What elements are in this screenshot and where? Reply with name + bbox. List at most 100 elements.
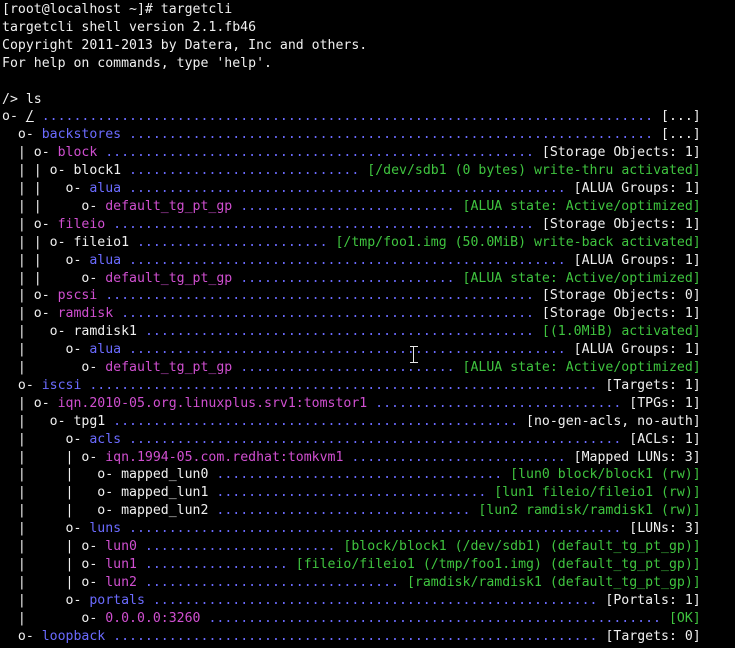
tree-leader-dots: ........................................… <box>113 306 542 322</box>
tree-node-name: block1 <box>73 163 122 179</box>
tree-node-info: [ramdisk/ramdisk1 (default_tg_pt_gp)] <box>406 574 701 590</box>
tree-row: | | o- mapped_lun2 .....................… <box>2 502 733 520</box>
tree-row: o- iscsi ...............................… <box>2 377 733 395</box>
tree-row: | | o- block1 ..........................… <box>2 162 733 180</box>
tree-node-name: default_tg_pt_gp <box>105 360 233 375</box>
tree-row: | o- tpg1 ..............................… <box>2 413 733 431</box>
tree-node-info: [ALUA Groups: 1] <box>573 252 701 268</box>
tree-leader-dots: ................................ <box>208 503 479 519</box>
tree-leader-dots: ........................................… <box>81 377 606 393</box>
tree-branch: | | o- <box>2 252 90 268</box>
tree-branch: | | o- <box>2 556 106 572</box>
tree-node-name: / <box>25 109 34 125</box>
tree-leader-dots: ........................... <box>232 270 463 286</box>
tree-branch: | o- <box>2 413 74 429</box>
tree-node-name: portals <box>89 592 145 608</box>
tree-row: | o- ramdisk1 ..........................… <box>2 323 733 341</box>
tree-node-name: mapped_lun2 <box>121 503 209 519</box>
tree-row: | o- fileio ............................… <box>2 216 733 234</box>
tree-node-info: [...] <box>661 127 701 143</box>
tree-node-name: mapped_lun1 <box>121 485 209 501</box>
banner-line: For help on commands, type 'help'. <box>2 55 272 71</box>
tree-node-name: alua <box>89 342 122 358</box>
tree-node-info: [ALUA Groups: 1] <box>573 342 701 358</box>
tree-node-info: [ALUA state: Active/optimized] <box>462 360 701 375</box>
tree-row: | o- luns ..............................… <box>2 520 733 538</box>
tree-node-name: pscsi <box>57 288 98 304</box>
tree-leader-dots: ........................ <box>136 539 344 554</box>
tree-row: | o- pscsi .............................… <box>2 287 733 305</box>
tree-node-info: [Storage Objects: 1] <box>541 216 701 232</box>
tree-leader-dots: ........................... <box>232 198 463 214</box>
tree-row: | o- portals ...........................… <box>2 592 733 610</box>
tree-node-info: [ALUA Groups: 1] <box>573 181 701 196</box>
terminal-window[interactable]: [root@localhost ~]# targetcli targetcli s… <box>0 0 735 648</box>
tree-node-info: [Mapped LUNs: 3] <box>573 449 701 465</box>
tree-row: | | o- lun1 .................. [fileio/f… <box>2 556 733 574</box>
tree-node-name: iqn.2010-05.org.linuxplus.srv1:tomstor1 <box>57 395 368 411</box>
tree-branch: | o- <box>2 431 90 447</box>
tree-node-name: tpg1 <box>73 413 106 429</box>
tree-node-info: [lun2 ramdisk/ramdisk1 (rw)] <box>478 503 701 519</box>
tree-node-info: [LUNs: 3] <box>629 521 701 537</box>
banner-line: [root@localhost ~]# targetcli <box>2 2 233 17</box>
tree-node-info: [Storage Objects: 0] <box>541 288 701 304</box>
tree-row: | o- block .............................… <box>2 144 733 162</box>
tree-node-info: [fileio/fileio1 (/tmp/foo1.img) (default… <box>295 556 701 572</box>
tree-row: | o- acls ..............................… <box>2 431 733 449</box>
tree-leader-dots: ........................................… <box>105 628 606 644</box>
tree-leader-dots: ........................................… <box>121 431 630 447</box>
tree-node-name: fileio <box>57 216 106 232</box>
tree-leader-dots: ........................................… <box>105 216 542 232</box>
tree-node-info: [no-gen-acls, no-auth] <box>526 413 701 429</box>
tree-row: o- / ...................................… <box>2 108 733 126</box>
tree-leader-dots: ........................ <box>129 234 336 250</box>
tree-node-name: default_tg_pt_gp <box>105 270 233 286</box>
tree-row: | o- 0.0.0.0:3260 ......................… <box>2 610 733 628</box>
tree-branch: | o- <box>2 521 90 537</box>
tree-leader-dots: ........................... <box>232 360 463 375</box>
tree-node-info: [...] <box>661 109 701 125</box>
tree-branch: o- <box>2 377 42 393</box>
tree-node-info: [/dev/sdb1 (0 bytes) write-thru activate… <box>367 163 701 179</box>
tree-row: | | o- iqn.1994-05.com.redhat:tomkvm1 ..… <box>2 449 733 467</box>
tree-node-name: iscsi <box>41 377 82 393</box>
tree-node-name: lun0 <box>105 539 137 554</box>
tree-branch: | o- <box>2 610 106 626</box>
tree-branch: | | o- <box>2 181 90 196</box>
tree-row: | | o- mapped_lun0 .....................… <box>2 466 733 484</box>
tree-node-info: [ALUA state: Active/optimized] <box>462 198 701 214</box>
tree-leader-dots: ............................. <box>121 163 368 179</box>
tree-leader-dots: ........................................… <box>121 521 630 537</box>
tree-leader-dots: ................................ <box>136 574 407 590</box>
tree-node-name: ramdisk <box>57 306 114 322</box>
tree-row: | o- default_tg_pt_gp ..................… <box>2 359 733 377</box>
shell-prompt: /> ls <box>2 91 42 107</box>
tree-node-info: [ALUA state: Active/optimized] <box>462 270 701 286</box>
tree-branch: | o- <box>2 395 58 411</box>
tree-node-info: [Targets: 1] <box>605 377 701 393</box>
tree-node-name: fileio1 <box>73 234 130 250</box>
tree-row: | | o- fileio1 ........................ … <box>2 234 733 252</box>
tree-leader-dots: ........................................… <box>137 324 542 340</box>
tree-branch: | | o- <box>2 467 122 483</box>
tree-node-name: mapped_lun0 <box>121 467 209 483</box>
tree-leader-dots: .................................... <box>208 467 511 483</box>
tree-row: | o- alua ..............................… <box>2 341 733 359</box>
tree-node-name: loopback <box>41 628 106 644</box>
tree-node-name: backstores <box>41 127 122 143</box>
tree-node-info: [lun0 block/block1 (rw)] <box>510 467 701 483</box>
tree-branch: o- <box>2 127 42 143</box>
tree-node-name: iqn.1994-05.com.redhat:tomkvm1 <box>105 449 344 465</box>
tree-leader-dots: ........................................… <box>105 413 527 429</box>
tree-row: o- loopback ............................… <box>2 628 733 646</box>
tree-node-name: ramdisk1 <box>73 324 137 340</box>
tree-node-name: default_tg_pt_gp <box>105 198 233 214</box>
tree-leader-dots: ........................................… <box>144 592 606 608</box>
tree-branch: | | o- <box>2 539 106 554</box>
tree-node-name: lun1 <box>105 556 137 572</box>
tree-node-info: [/tmp/foo1.img (50.0MiB) write-back acti… <box>335 234 701 250</box>
tree-row: | | o- default_tg_pt_gp ................… <box>2 270 733 288</box>
tree-branch: | o- <box>2 216 58 232</box>
tree-row: | o- ramdisk ...........................… <box>2 305 733 323</box>
